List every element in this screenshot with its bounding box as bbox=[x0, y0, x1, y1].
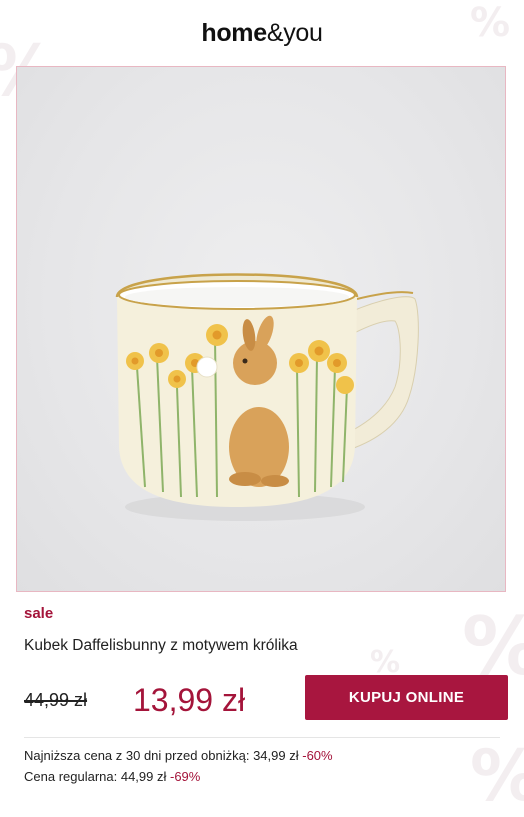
product-image-frame[interactable] bbox=[16, 66, 506, 592]
buy-online-button[interactable]: KUPUJ ONLINE bbox=[305, 675, 508, 720]
logo-word-home: home bbox=[201, 18, 267, 47]
header: home&you bbox=[0, 0, 524, 66]
brand-logo[interactable]: home&you bbox=[201, 18, 323, 47]
regular-price-text: Cena regularna: 44,99 zł bbox=[24, 769, 167, 784]
regular-price-line: Cena regularna: 44,99 zł -69% bbox=[24, 769, 200, 784]
product-image[interactable] bbox=[17, 67, 505, 591]
regular-price-discount: -69% bbox=[170, 769, 201, 784]
product-name[interactable]: Kubek Daffelisbunny z motywem królika bbox=[24, 637, 298, 655]
logo-ampersand: & bbox=[266, 18, 284, 47]
logo-word-you: you bbox=[283, 18, 323, 47]
lowest-price-discount: -60% bbox=[302, 748, 333, 763]
old-price: 44,99 zł bbox=[24, 690, 88, 710]
sale-price: 13,99 zł bbox=[133, 682, 246, 718]
sale-badge: sale bbox=[24, 605, 54, 622]
background-percent-mark: % bbox=[470, 735, 524, 817]
lowest-price-text: Najniższa cena z 30 dni przed obniżką: 3… bbox=[24, 748, 299, 763]
lowest-price-line: Najniższa cena z 30 dni przed obniżką: 3… bbox=[24, 748, 333, 763]
divider bbox=[24, 737, 500, 738]
